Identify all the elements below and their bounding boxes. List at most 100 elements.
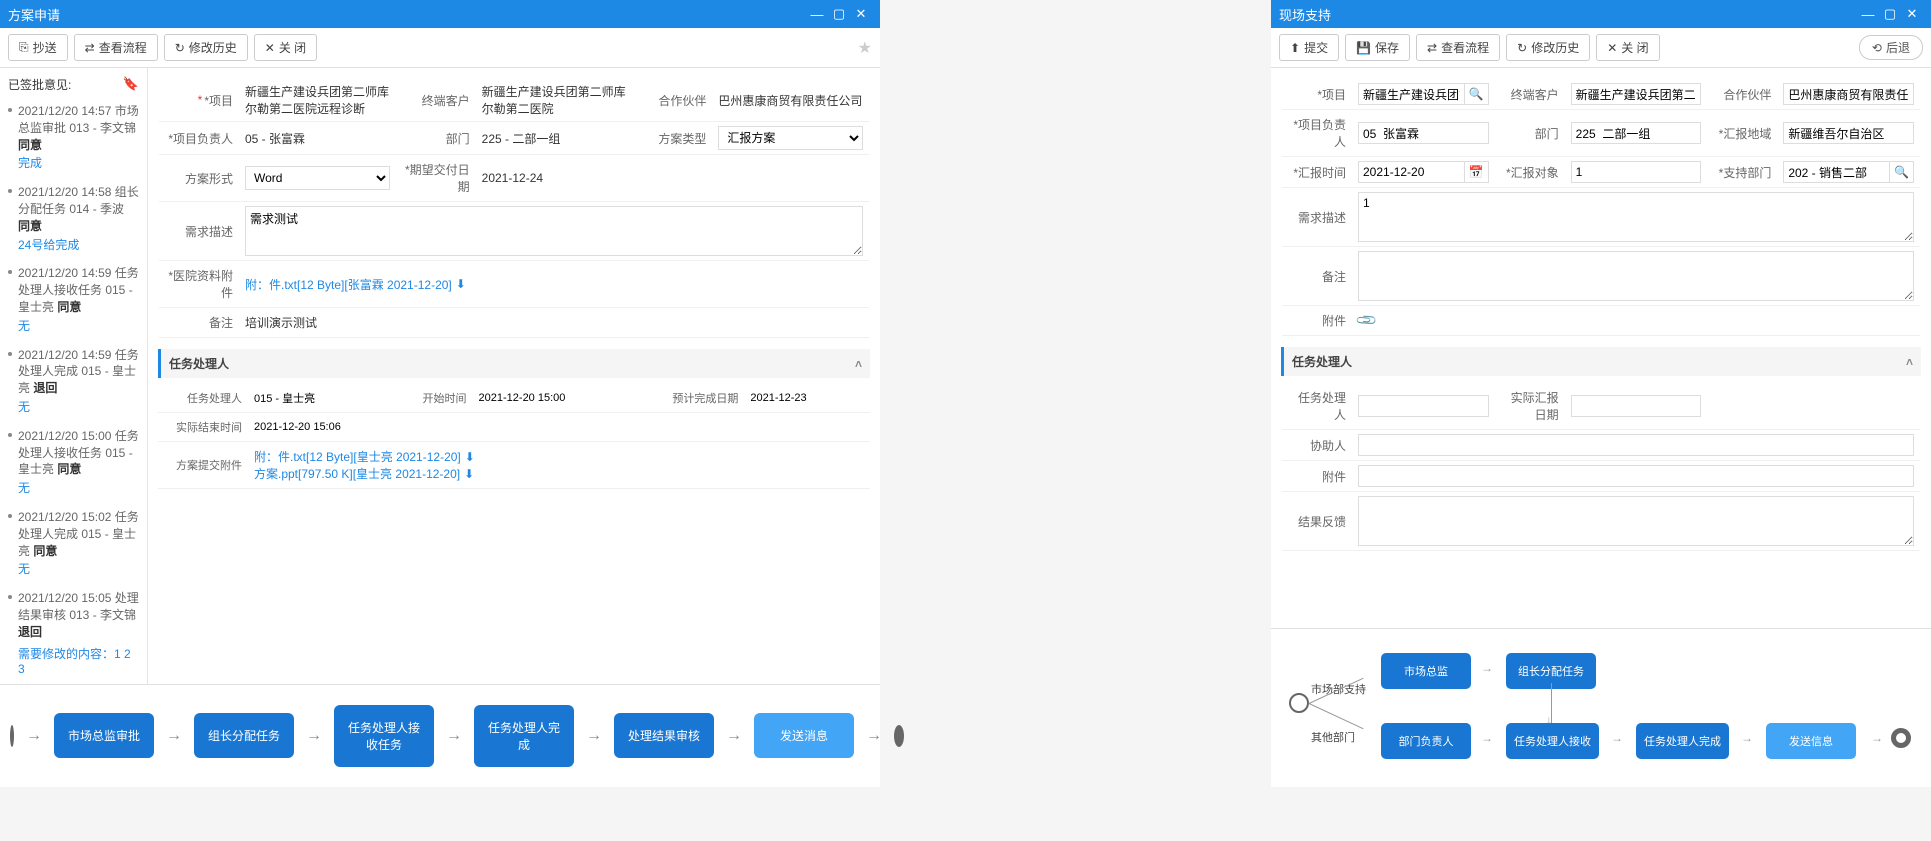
format-select[interactable]: Word xyxy=(245,166,390,190)
window-title: 方案申请 xyxy=(8,5,806,24)
region-input[interactable] xyxy=(1783,122,1914,144)
actual-end-value: 2021-12-20 15:06 xyxy=(248,413,870,442)
toolbar: ⎘抄送 ⇄查看流程 ↻修改历史 ✕关 闭 ★ xyxy=(0,28,880,68)
flow-node-active[interactable]: 发送消息 xyxy=(754,713,854,758)
partner-value: 巴州惠康商贸有限责任公司 xyxy=(718,92,862,109)
flow-node[interactable]: 任务处理人完成 xyxy=(474,705,574,767)
download-icon[interactable]: ⬇ xyxy=(464,467,474,481)
history-button[interactable]: ↻修改历史 xyxy=(164,34,248,61)
handler-section-header[interactable]: 任务处理人 ˄ xyxy=(1281,347,1921,376)
close-icon[interactable]: ✕ xyxy=(1901,6,1923,22)
window-title: 现场支持 xyxy=(1279,5,1857,24)
history-link[interactable]: 24号给完成 xyxy=(18,237,139,254)
flow-end-icon xyxy=(894,725,904,747)
flow-node[interactable]: 部门负责人 xyxy=(1381,723,1471,759)
flow-end-icon xyxy=(1891,728,1911,748)
download-icon[interactable]: ⬇ xyxy=(465,450,475,464)
search-icon[interactable]: 🔍 xyxy=(1465,83,1489,105)
plan-type-select[interactable]: 汇报方案 xyxy=(718,126,863,150)
minimize-icon[interactable]: — xyxy=(806,7,828,22)
sidebar-title: 已签批意见: xyxy=(8,78,71,92)
view-flow-button[interactable]: ⇄查看流程 xyxy=(74,34,158,61)
title-bar: 方案申请 — ▢ ✕ xyxy=(0,0,880,28)
req-desc-textarea[interactable]: 需求测试 xyxy=(245,206,863,256)
flow-node[interactable]: 任务处理人完成 xyxy=(1636,723,1729,759)
toolbar: ⬆提交 💾保存 ⇄查看流程 ↻修改历史 ✕关 闭 ⟲后退 xyxy=(1271,28,1931,68)
flow-label: 其他部门 xyxy=(1311,729,1355,745)
plan-apply-window: 方案申请 — ▢ ✕ ⎘抄送 ⇄查看流程 ↻修改历史 ✕关 闭 ★ 已签批意见:… xyxy=(0,0,880,787)
cc-button[interactable]: ⎘抄送 xyxy=(8,34,68,61)
submit-attachment-2[interactable]: 方案.ppt[797.50 K][皇士亮 2021-12-20] ⬇ xyxy=(254,465,474,482)
report-target-input[interactable] xyxy=(1571,161,1702,183)
feedback-textarea[interactable] xyxy=(1358,496,1914,546)
maximize-icon[interactable]: ▢ xyxy=(1879,6,1901,22)
end-customer-value: 新疆生产建设兵团第二师库尔勒第二医院 xyxy=(482,83,627,117)
save-button[interactable]: 💾保存 xyxy=(1345,34,1410,61)
partner-input[interactable] xyxy=(1783,83,1914,105)
bookmark-icon[interactable]: 🔖 xyxy=(123,76,139,92)
history-item: 2021/12/20 14:58 组长分配任务 014 - 季波 同意24号给完… xyxy=(8,180,139,261)
flow-node[interactable]: 市场总监审批 xyxy=(54,713,154,758)
flow-node[interactable]: 任务处理人接收 xyxy=(1506,723,1599,759)
hosp-attachment-link[interactable]: 附：件.txt[12 Byte][张富霖 2021-12-20] ⬇ xyxy=(245,276,466,293)
end-customer-input[interactable] xyxy=(1571,83,1702,105)
assist-input[interactable] xyxy=(1358,434,1914,456)
flow-node[interactable]: 任务处理人接收任务 xyxy=(334,705,434,767)
flow-start-icon xyxy=(10,725,14,747)
save-icon: 💾 xyxy=(1356,41,1371,55)
close-button[interactable]: ✕关 闭 xyxy=(1596,34,1659,61)
history-link[interactable]: 无 xyxy=(18,399,139,416)
upload-icon: ⬆ xyxy=(1290,41,1300,55)
chevron-up-icon[interactable]: ˄ xyxy=(855,357,862,371)
project-input[interactable] xyxy=(1358,83,1465,105)
history-link[interactable]: 完成 xyxy=(18,155,139,172)
flow-node[interactable]: 市场总监 xyxy=(1381,653,1471,689)
history-icon: ↻ xyxy=(175,41,185,55)
close-icon[interactable]: ✕ xyxy=(850,6,872,22)
flow-start-icon xyxy=(1289,693,1309,713)
search-icon[interactable]: 🔍 xyxy=(1890,161,1914,183)
req-desc-textarea[interactable]: 1 xyxy=(1358,192,1914,242)
history-item: 2021/12/20 15:00 任务处理人接收任务 015 - 皇士亮 同意无 xyxy=(8,424,139,505)
close-x-icon: ✕ xyxy=(1607,41,1617,55)
history-icon: ↻ xyxy=(1517,41,1527,55)
owner-value: 05 - 张富霖 xyxy=(245,130,305,147)
back-button[interactable]: ⟲后退 xyxy=(1859,35,1923,60)
project-value: 新疆生产建设兵团第二师库尔勒第二医院远程诊断 xyxy=(245,83,390,117)
star-icon[interactable]: ★ xyxy=(858,38,872,58)
attach-icon[interactable]: 📎 xyxy=(1355,308,1379,332)
view-flow-button[interactable]: ⇄查看流程 xyxy=(1416,34,1500,61)
submit-attachment-1[interactable]: 附：件.txt[12 Byte][皇士亮 2021-12-20] ⬇ xyxy=(254,448,475,465)
dept-input[interactable] xyxy=(1571,122,1702,144)
flow-node[interactable]: 组长分配任务 xyxy=(194,713,294,758)
owner-input[interactable] xyxy=(1358,122,1489,144)
minimize-icon[interactable]: — xyxy=(1857,7,1879,22)
actual-report-input[interactable] xyxy=(1571,395,1702,417)
calendar-icon[interactable]: 📅 xyxy=(1465,161,1489,183)
handler-input[interactable] xyxy=(1358,395,1489,417)
report-time-input[interactable] xyxy=(1358,161,1465,183)
download-icon[interactable]: ⬇ xyxy=(456,277,466,291)
handler-section-header[interactable]: 任务处理人 ˄ xyxy=(158,349,870,378)
maximize-icon[interactable]: ▢ xyxy=(828,6,850,22)
flow-icon: ⇄ xyxy=(85,41,95,55)
submit-button[interactable]: ⬆提交 xyxy=(1279,34,1339,61)
history-item: 2021/12/20 14:57 市场总监审批 013 - 李文锦 同意完成 xyxy=(8,99,139,180)
history-item: 2021/12/20 15:02 任务处理人完成 015 - 皇士亮 同意无 xyxy=(8,505,139,586)
remarks-textarea[interactable] xyxy=(1358,251,1914,301)
remarks-value: 培训演示测试 xyxy=(245,314,317,331)
chevron-up-icon[interactable]: ˄ xyxy=(1906,355,1913,369)
flow-node-active[interactable]: 发送信息 xyxy=(1766,723,1856,759)
flow-node[interactable]: 处理结果审核 xyxy=(614,713,714,758)
history-link[interactable]: 无 xyxy=(18,318,139,335)
close-button[interactable]: ✕关 闭 xyxy=(254,34,317,61)
attach2-input[interactable] xyxy=(1358,465,1914,487)
flow-diagram-2: 市场部支持 其他部门 市场总监 → 组长分配任务 ↓ 部门负责人 → 任务处理人… xyxy=(1271,628,1931,787)
history-button[interactable]: ↻修改历史 xyxy=(1506,34,1590,61)
history-link[interactable]: 无 xyxy=(18,480,139,497)
history-link[interactable]: 无 xyxy=(18,561,139,578)
arrow-icon: → xyxy=(22,727,46,745)
support-dept-input[interactable] xyxy=(1783,161,1890,183)
history-item: 2021/12/20 15:05 处理结果审核 013 - 李文锦 退回 xyxy=(8,586,139,644)
onsite-support-window: 现场支持 — ▢ ✕ ⬆提交 💾保存 ⇄查看流程 ↻修改历史 ✕关 闭 ⟲后退 … xyxy=(1271,0,1931,787)
